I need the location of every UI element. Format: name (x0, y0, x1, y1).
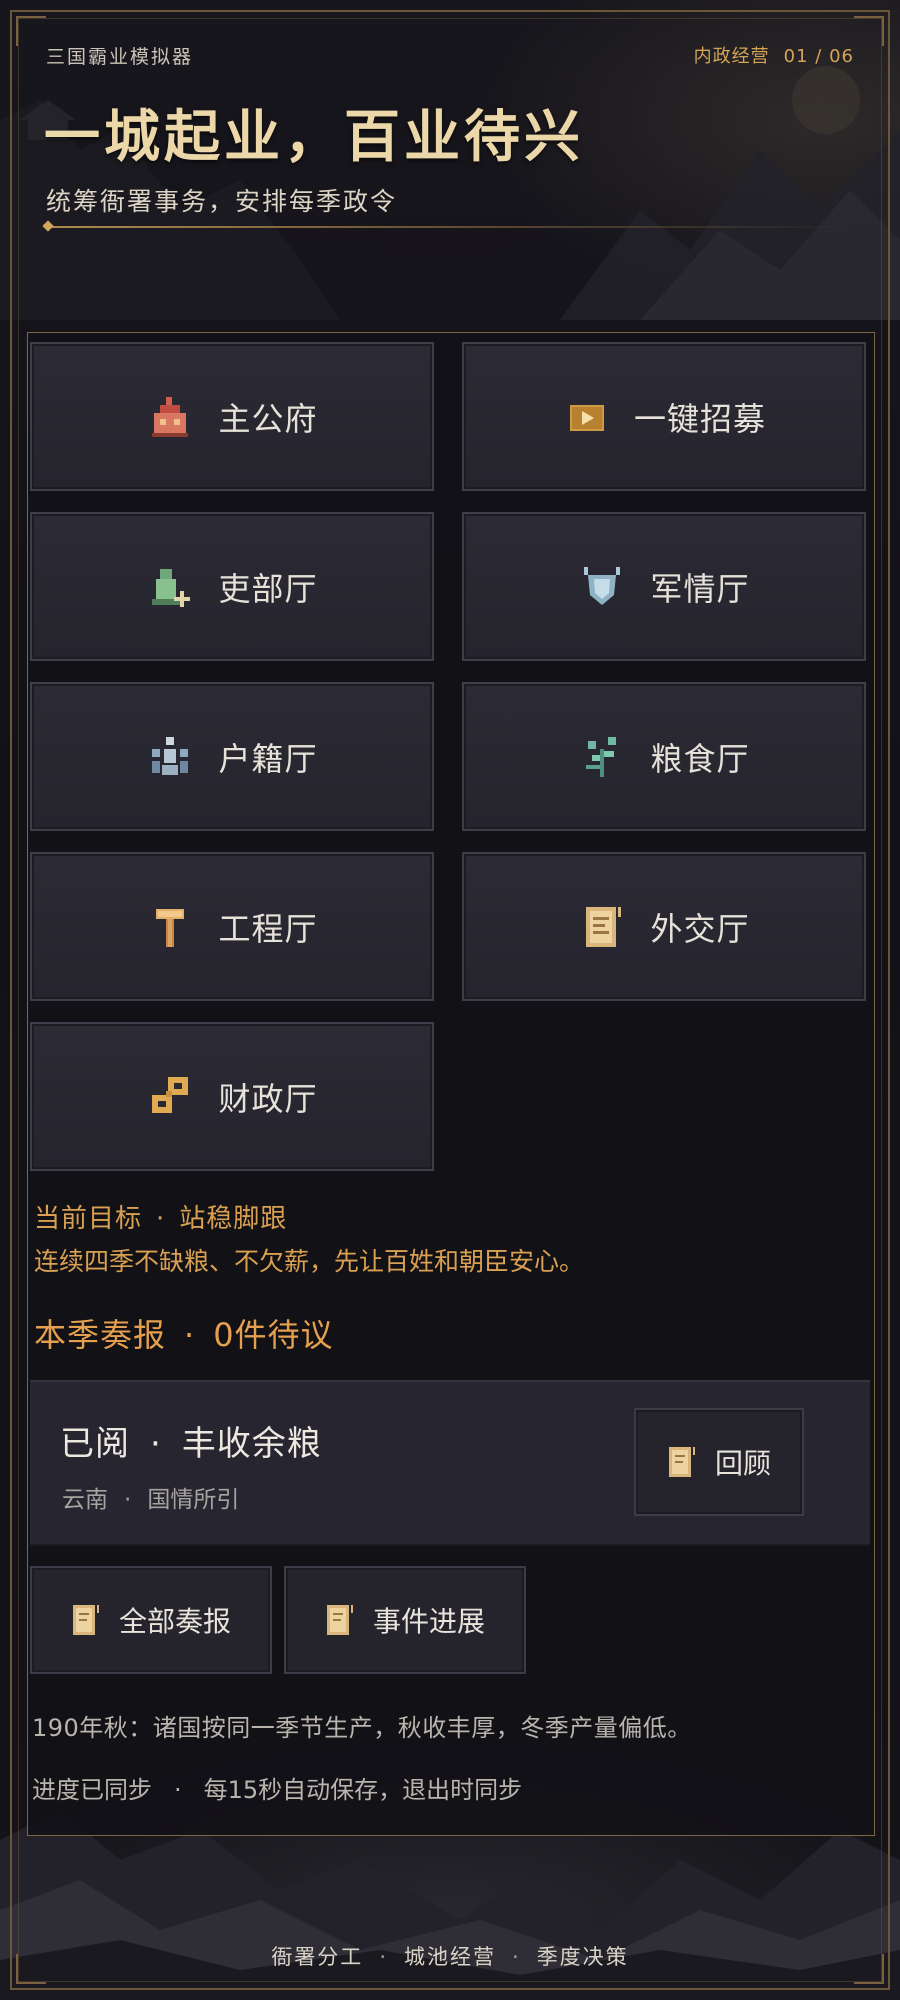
reports-title: 本季奏报 (34, 1316, 167, 1354)
footer-item: 季度决策 (536, 1945, 629, 1969)
divider-diamond (42, 220, 54, 232)
hall-label: 主公府 (218, 399, 318, 438)
scroll-document-icon (668, 1447, 695, 1477)
hall-label: 户籍厅 (218, 739, 318, 778)
section-indicator: 内政经营 01 / 06 (694, 42, 854, 68)
finance-hall-button[interactable]: 财政厅 (30, 1022, 434, 1171)
goal-label: 当前目标 (34, 1204, 143, 1234)
lord-mansion-button[interactable]: 主公府 (30, 342, 434, 491)
official-add-icon (152, 568, 191, 607)
separator: · (379, 1945, 388, 1969)
hall-label: 一键招募 (633, 399, 766, 438)
hall-label: 财政厅 (218, 1079, 318, 1118)
frame-corner (854, 16, 884, 46)
report-source: 国情所引 (147, 1487, 240, 1513)
hall-label: 军情厅 (650, 569, 750, 608)
autosave-note: 每15秒自动保存，退出时同步 (203, 1776, 523, 1804)
footer-item: 城池经营 (404, 1945, 496, 1969)
report-status: 已阅 (60, 1424, 130, 1464)
separator: · (184, 1316, 196, 1354)
goal-description: 连续四季不缺粮、不欠薪，先让百姓和朝臣安心。 (34, 1247, 585, 1276)
diplomacy-hall-button[interactable]: 外交厅 (462, 852, 866, 1001)
grain-plant-icon (586, 736, 617, 777)
goal-name: 站稳脚跟 (179, 1204, 288, 1234)
footer-item: 衙署分工 (271, 1945, 364, 1969)
coins-icon (152, 1076, 189, 1113)
scroll-document-icon (72, 1605, 99, 1635)
review-button[interactable]: 回顾 (634, 1408, 804, 1516)
military-shield-icon (584, 566, 621, 605)
hall-label: 吏部厅 (218, 569, 318, 608)
section-name: 内政经营 (693, 46, 770, 67)
sync-status: 进度已同步 (32, 1776, 152, 1804)
population-icon (152, 736, 189, 775)
save-status: 进度已同步 · 每15秒自动保存，退出时同步 (32, 1770, 522, 1805)
hammer-icon (156, 908, 185, 947)
report-meta: 云南 · 国情所引 (62, 1480, 239, 1514)
page: 三国霸业模拟器 内政经营 01 / 06 一城起业，百业待兴 统筹衙署事务，安排每… (0, 0, 900, 2000)
title-divider (42, 220, 846, 232)
separator: · (156, 1204, 166, 1234)
personnel-hall-button[interactable]: 吏部厅 (30, 512, 434, 661)
report-name: 丰收余粮 (181, 1424, 322, 1464)
page-title: 一城起业，百业待兴 (44, 104, 584, 170)
event-progress-button[interactable]: 事件进展 (284, 1566, 526, 1674)
separator: · (512, 1945, 521, 1969)
review-label: 回顾 (714, 1447, 771, 1480)
recruit-play-icon (569, 404, 604, 431)
event-progress-label: 事件进展 (372, 1605, 485, 1638)
footer-tagline: 衙署分工 · 城池经营 · 季度决策 (0, 1941, 900, 1971)
report-title: 已阅 · 丰收余粮 (60, 1416, 322, 1465)
grain-hall-button[interactable]: 粮食厅 (462, 682, 866, 831)
all-reports-button[interactable]: 全部奏报 (30, 1566, 272, 1674)
scroll-document-icon (586, 906, 622, 947)
season-note: 190年秋：诸国按同一季节生产，秋收丰厚，冬季产量偏低。 (32, 1714, 692, 1742)
scroll-document-icon (326, 1605, 353, 1635)
hall-label: 外交厅 (650, 909, 750, 948)
separator: · (124, 1487, 132, 1513)
pending-count: 0件待议 (213, 1316, 334, 1354)
report-place: 云南 (62, 1487, 108, 1513)
lord-mansion-icon (152, 396, 189, 437)
household-registry-hall-button[interactable]: 户籍厅 (30, 682, 434, 831)
season-reports-heading: 本季奏报 · 0件待议 (34, 1310, 334, 1356)
all-reports-label: 全部奏报 (118, 1605, 231, 1638)
hall-label: 工程厅 (218, 909, 318, 948)
report-card[interactable]: 已阅 · 丰收余粮 云南 · 国情所引 回顾 (30, 1380, 870, 1546)
military-intel-hall-button[interactable]: 军情厅 (462, 512, 866, 661)
page-counter: 01 / 06 (783, 46, 854, 67)
hall-label: 粮食厅 (650, 739, 750, 778)
separator: · (150, 1424, 162, 1464)
one-click-recruit-button[interactable]: 一键招募 (462, 342, 866, 491)
frame-corner (16, 16, 46, 46)
engineering-hall-button[interactable]: 工程厅 (30, 852, 434, 1001)
separator: · (174, 1776, 182, 1804)
page-subtitle: 统筹衙署事务，安排每季政令 (46, 187, 398, 216)
current-goal: 当前目标 · 站稳脚跟 (34, 1202, 287, 1236)
app-title: 三国霸业模拟器 (46, 46, 194, 68)
